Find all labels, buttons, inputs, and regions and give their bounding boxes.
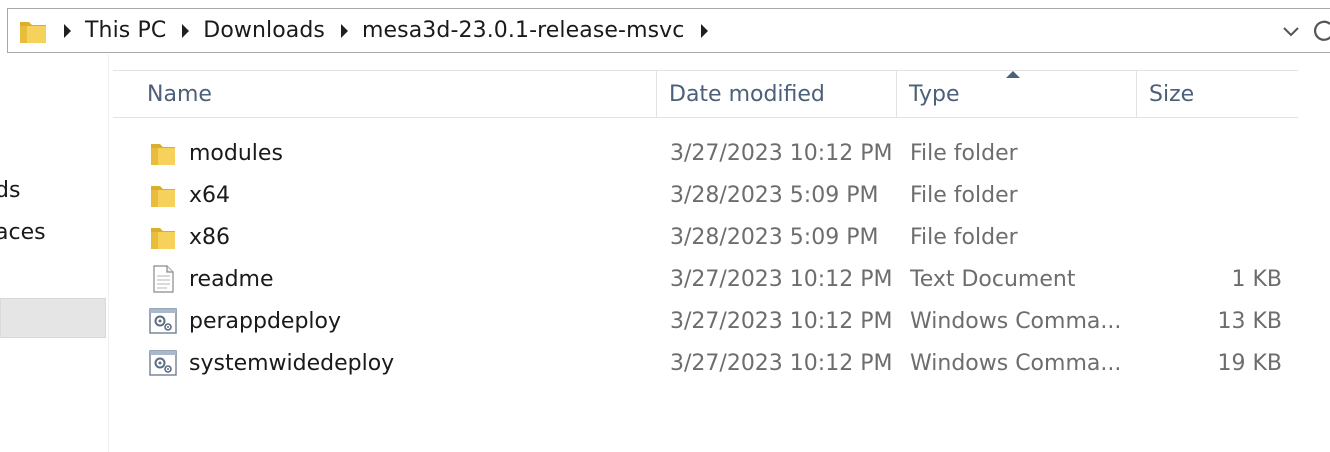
command-script-icon	[149, 308, 177, 334]
address-bar[interactable]: This PC Downloads mesa3d-23.0.1-release-…	[7, 8, 1330, 53]
folder-icon	[20, 21, 46, 43]
file-date: 3/28/2023 5:09 PM	[670, 182, 879, 208]
file-type: Text Document	[910, 266, 1076, 292]
file-list: modules 3/27/2023 10:12 PM File folder x…	[113, 132, 1298, 384]
file-size	[1137, 216, 1282, 258]
file-type: Windows Comma...	[910, 350, 1122, 376]
file-type: File folder	[910, 182, 1018, 208]
file-name: systemwidedeploy	[189, 350, 395, 376]
file-row[interactable]: x86 3/28/2023 5:09 PM File folder	[113, 216, 1298, 258]
folder-icon	[151, 228, 175, 249]
file-explorer-window: This PC Downloads mesa3d-23.0.1-release-…	[0, 0, 1330, 452]
breadcrumb-current-folder[interactable]: mesa3d-23.0.1-release-msvc	[362, 18, 685, 43]
sort-ascending-icon	[1006, 71, 1020, 78]
file-row[interactable]: systemwidedeploy 3/27/2023 10:12 PM Wind…	[113, 342, 1298, 384]
file-size	[1137, 132, 1282, 174]
column-name[interactable]: Name	[135, 71, 657, 117]
file-size	[1137, 174, 1282, 216]
file-row[interactable]: readme 3/27/2023 10:12 PM Text Document …	[113, 258, 1298, 300]
file-size: 13 KB	[1217, 308, 1282, 334]
column-date-label: Date modified	[669, 81, 825, 107]
file-type: Windows Comma...	[910, 308, 1122, 334]
nav-item-downloads[interactable]: ds	[0, 178, 20, 203]
breadcrumb: This PC Downloads mesa3d-23.0.1-release-…	[8, 9, 722, 52]
nav-item-places[interactable]: aces	[0, 220, 46, 245]
column-date-modified[interactable]: Date modified	[657, 71, 897, 117]
file-date: 3/28/2023 5:09 PM	[670, 224, 879, 250]
column-type-label: Type	[909, 81, 960, 107]
file-date: 3/27/2023 10:12 PM	[670, 266, 893, 292]
chevron-down-icon[interactable]	[1280, 22, 1302, 42]
file-name: x86	[189, 224, 231, 250]
file-row[interactable]: perappdeploy 3/27/2023 10:12 PM Windows …	[113, 300, 1298, 342]
breadcrumb-downloads[interactable]: Downloads	[203, 18, 325, 43]
column-size[interactable]: Size	[1137, 71, 1298, 117]
breadcrumb-chevron-icon[interactable]	[64, 23, 71, 38]
file-date: 3/27/2023 10:12 PM	[670, 308, 893, 334]
nav-item-selected[interactable]	[0, 298, 106, 338]
column-name-label: Name	[147, 81, 212, 107]
file-name: perappdeploy	[189, 308, 342, 334]
file-name: modules	[189, 140, 283, 166]
folder-icon	[151, 186, 175, 207]
file-type: File folder	[910, 224, 1018, 250]
breadcrumb-chevron-icon[interactable]	[700, 23, 708, 38]
breadcrumb-this-pc[interactable]: This PC	[85, 18, 166, 43]
breadcrumb-chevron-icon[interactable]	[341, 23, 348, 38]
file-row[interactable]: x64 3/28/2023 5:09 PM File folder	[113, 174, 1298, 216]
file-size: 1 KB	[1231, 266, 1282, 292]
breadcrumb-chevron-icon[interactable]	[182, 23, 190, 38]
file-name: readme	[189, 266, 274, 292]
column-header: Name Date modified Type Size	[113, 70, 1298, 118]
file-type: File folder	[910, 140, 1018, 166]
navigation-pane: ds aces	[0, 54, 109, 452]
file-row[interactable]: modules 3/27/2023 10:12 PM File folder	[113, 132, 1298, 174]
file-size: 19 KB	[1217, 350, 1282, 376]
text-document-icon	[153, 265, 174, 293]
refresh-icon[interactable]	[1311, 18, 1330, 44]
file-name: x64	[189, 182, 231, 208]
folder-icon	[151, 144, 175, 165]
column-size-label: Size	[1149, 81, 1195, 107]
file-date: 3/27/2023 10:12 PM	[670, 350, 893, 376]
command-script-icon	[149, 350, 177, 376]
file-date: 3/27/2023 10:12 PM	[670, 140, 893, 166]
